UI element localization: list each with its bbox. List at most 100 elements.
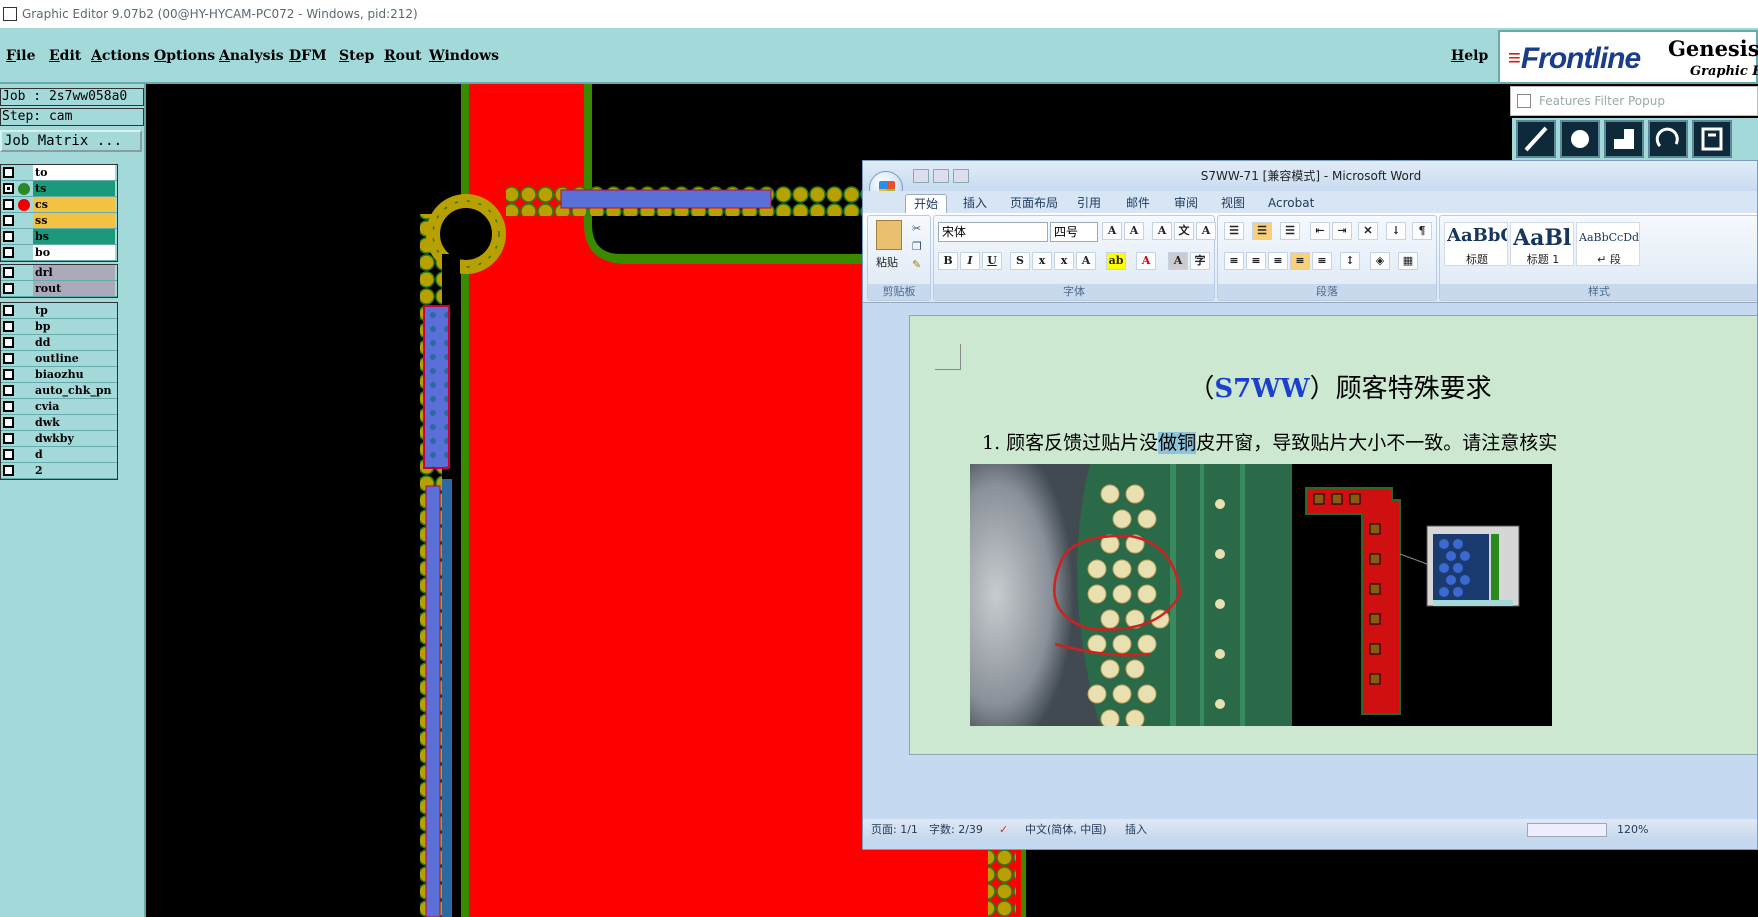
layer-name[interactable]: tp <box>33 303 115 318</box>
style-normal[interactable]: AaBbCcDd ↵ 段 <box>1576 222 1640 266</box>
char-shading-icon[interactable]: A <box>1168 252 1188 270</box>
superscript-icon[interactable]: x <box>1054 252 1074 270</box>
save-icon[interactable] <box>913 169 929 183</box>
layer-row-2[interactable]: 2 <box>1 463 117 479</box>
status-insert-mode[interactable]: 插入 <box>1125 819 1147 841</box>
layer-checkbox[interactable] <box>3 267 14 278</box>
tab-home[interactable]: 开始 <box>905 194 948 213</box>
layer-row-d[interactable]: d <box>1 447 117 463</box>
italic-icon[interactable]: I <box>960 252 980 270</box>
align-left-icon[interactable]: ≡ <box>1224 252 1244 270</box>
layer-row-bo[interactable]: bo <box>1 245 117 261</box>
layer-checkbox[interactable] <box>3 321 14 332</box>
layer-row-auto-chk-pn[interactable]: auto_chk_pn <box>1 383 117 399</box>
copy-icon[interactable]: ❐ <box>912 240 922 253</box>
multilevel-icon[interactable]: ☰ <box>1280 222 1300 240</box>
layer-checkbox[interactable] <box>3 465 14 476</box>
layer-checkbox[interactable] <box>3 183 14 194</box>
layer-row-biaozhu[interactable]: biaozhu <box>1 367 117 383</box>
layer-checkbox[interactable] <box>3 247 14 258</box>
layer-name[interactable]: outline <box>33 351 115 366</box>
layer-checkbox[interactable] <box>3 199 14 210</box>
layer-name[interactable]: bp <box>33 319 115 334</box>
layer-name[interactable]: auto_chk_pn <box>33 383 115 398</box>
layer-row-dd[interactable]: dd <box>1 335 117 351</box>
layer-checkbox[interactable] <box>3 305 14 316</box>
cam-screenshot[interactable] <box>1292 464 1552 726</box>
underline-icon[interactable]: U <box>982 252 1002 270</box>
style-heading-1[interactable]: AaBl 标题 1 <box>1510 222 1574 266</box>
layer-name[interactable]: ss <box>33 213 115 228</box>
layer-name[interactable]: bo <box>33 245 115 260</box>
layer-checkbox[interactable] <box>3 433 14 444</box>
layer-checkbox[interactable] <box>3 449 14 460</box>
layer-name[interactable]: rout <box>33 281 115 296</box>
layer-checkbox[interactable] <box>3 337 14 348</box>
tab-view[interactable]: 视图 <box>1213 194 1253 213</box>
paste-icon[interactable] <box>876 220 902 250</box>
show-marks-icon[interactable]: ¶ <box>1412 222 1432 240</box>
clear-format-icon[interactable]: A <box>1152 222 1172 240</box>
view-buttons[interactable] <box>1527 823 1607 837</box>
menu-rout[interactable]: Rout <box>384 48 422 64</box>
align-center-icon[interactable]: ≡ <box>1246 252 1266 270</box>
status-zoom[interactable]: 120% <box>1617 819 1648 841</box>
justify-icon[interactable]: ≡ <box>1290 252 1310 270</box>
change-case-icon[interactable]: A <box>1076 252 1096 270</box>
layer-row-rout[interactable]: rout <box>1 281 117 297</box>
layer-checkbox[interactable] <box>3 283 14 294</box>
subscript-icon[interactable]: x <box>1032 252 1052 270</box>
layer-checkbox[interactable] <box>3 417 14 428</box>
menu-file[interactable]: File <box>6 48 36 64</box>
layer-name[interactable]: drl <box>33 265 115 280</box>
layer-checkbox[interactable] <box>3 401 14 412</box>
undo-icon[interactable] <box>933 169 949 183</box>
shading-icon[interactable]: ◈ <box>1370 252 1390 270</box>
menu-actions[interactable]: Actions <box>91 48 150 64</box>
font-name-select[interactable]: 宋体 <box>938 222 1048 242</box>
pad-tool-icon[interactable] <box>1560 120 1600 158</box>
layer-name[interactable]: cs <box>33 197 115 212</box>
layer-name[interactable]: dwk <box>33 415 115 430</box>
layer-row-ss[interactable]: ss <box>1 213 117 229</box>
numbering-icon[interactable]: ☰ <box>1252 222 1272 240</box>
layer-row-tp[interactable]: tp <box>1 303 117 319</box>
sort-icon[interactable]: ↓ <box>1386 222 1406 240</box>
redo-icon[interactable] <box>953 169 969 183</box>
format-painter-icon[interactable]: ✎ <box>912 258 921 271</box>
cut-icon[interactable]: ✂ <box>912 222 921 235</box>
layer-checkbox[interactable] <box>3 353 14 364</box>
layer-name[interactable]: cvia <box>33 399 115 414</box>
layer-row-cs[interactable]: cs <box>1 197 117 213</box>
status-page[interactable]: 页面: 1/1 <box>871 819 918 841</box>
layer-name[interactable]: d <box>33 447 115 462</box>
menu-help[interactable]: Help <box>1451 48 1488 64</box>
menu-dfm[interactable]: DFM <box>289 48 327 64</box>
menu-step[interactable]: Step <box>339 48 374 64</box>
grow-font-icon[interactable]: A <box>1102 222 1122 240</box>
layer-row-bs[interactable]: bs <box>1 229 117 245</box>
bullets-icon[interactable]: ☰ <box>1224 222 1244 240</box>
bold-icon[interactable]: B <box>938 252 958 270</box>
surface-tool-icon[interactable] <box>1604 120 1644 158</box>
layer-name[interactable]: 2 <box>33 463 115 478</box>
decrease-indent-icon[interactable]: ⇤ <box>1310 222 1330 240</box>
enclose-char-icon[interactable]: 字 <box>1190 252 1210 270</box>
increase-indent-icon[interactable]: ⇥ <box>1332 222 1352 240</box>
layer-checkbox[interactable] <box>3 215 14 226</box>
status-words[interactable]: 字数: 2/39 <box>929 819 983 841</box>
document-area[interactable]: （S7WW）顾客特殊要求 1. 顾客反馈过贴片没做铜皮开窗，导致贴片大小不一致。… <box>863 303 1757 819</box>
paste-label[interactable]: 粘贴 <box>876 254 898 270</box>
layer-name[interactable]: to <box>33 165 115 180</box>
layer-row-dwkby[interactable]: dwkby <box>1 431 117 447</box>
line-tool-icon[interactable] <box>1516 120 1556 158</box>
chinese-layout-icon[interactable]: ✕ <box>1358 222 1378 240</box>
char-border-icon[interactable]: A <box>1196 222 1216 240</box>
menu-edit[interactable]: Edit <box>49 48 81 64</box>
tab-review[interactable]: 审阅 <box>1166 194 1206 213</box>
strikethrough-icon[interactable]: S <box>1010 252 1030 270</box>
menu-windows[interactable]: Windows <box>429 48 499 64</box>
features-filter-popup[interactable]: Features Filter Popup <box>1510 86 1758 116</box>
tab-insert[interactable]: 插入 <box>955 194 995 213</box>
layer-checkbox[interactable] <box>3 385 14 396</box>
